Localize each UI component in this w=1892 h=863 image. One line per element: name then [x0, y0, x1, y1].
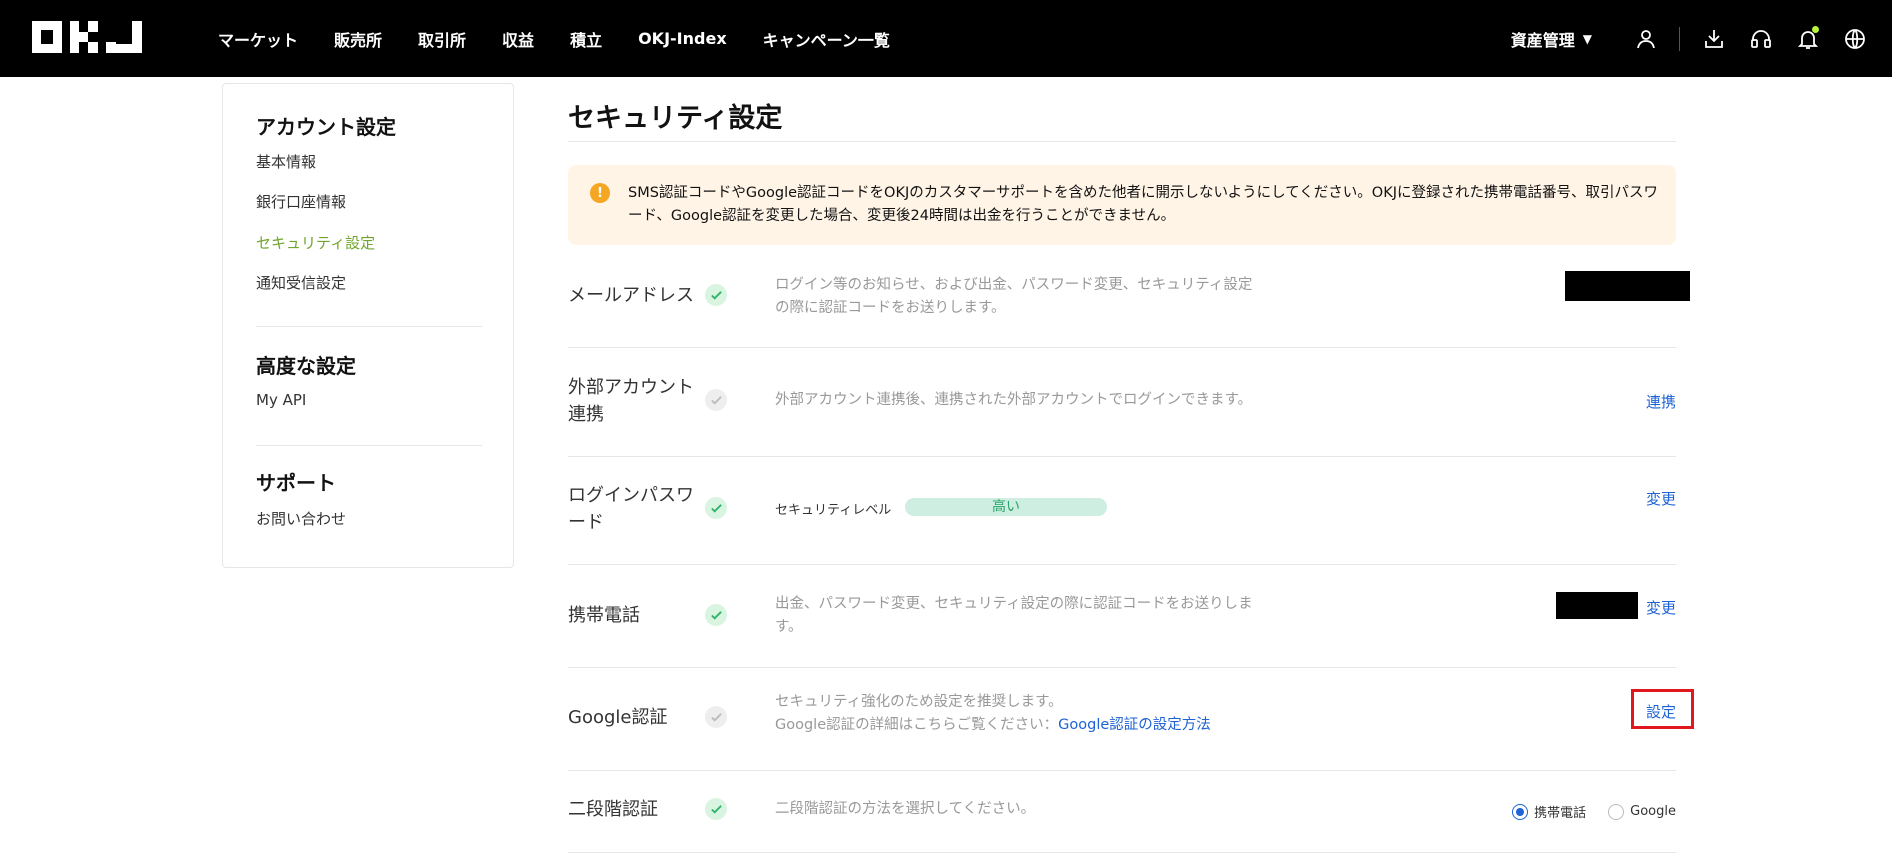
top-nav-bar: マーケット 販売所 取引所 収益 積立 OKJ-Index キャンペーン一覧 資…: [0, 0, 1892, 77]
row-label-email: メールアドレス: [568, 285, 694, 306]
row-divider: [568, 564, 1676, 565]
radio-google[interactable]: [1608, 803, 1625, 820]
row-label-phone: 携帯電話: [568, 605, 640, 626]
sidebar-item-security[interactable]: セキュリティ設定: [256, 232, 375, 253]
nav-okj-index[interactable]: OKJ-Index: [638, 29, 727, 48]
google-auth-desc-line1: セキュリティ強化のため設定を推奨します。: [775, 694, 1063, 710]
row-divider: [568, 456, 1676, 457]
google-auth-desc-prefix: Google認証の詳細はこちらご覧ください：: [775, 717, 1059, 733]
sidebar-item-notifications[interactable]: 通知受信設定: [256, 272, 346, 293]
check-icon: [705, 604, 727, 626]
sidebar-item-my-api[interactable]: My API: [256, 391, 306, 409]
warning-banner: ! SMS認証コードやGoogle認証コードをOKJのカスタマーサポートを含めた…: [568, 165, 1676, 245]
okj-logo[interactable]: [32, 21, 142, 53]
check-icon: [705, 389, 727, 411]
user-icon[interactable]: [1622, 15, 1669, 62]
asset-menu-label: 資産管理: [1510, 30, 1575, 50]
nav-exchange[interactable]: 取引所: [418, 27, 466, 51]
security-row-two-step: 二段階認証 二段階認証の方法を選択してください。 携帯電話 Google: [568, 792, 1676, 852]
sidebar-divider: [256, 326, 482, 327]
sidebar-section-advanced: 高度な設定 My API: [256, 350, 482, 409]
row-label-login-password: ログインパスワード: [568, 485, 694, 533]
sidebar-section-account: アカウント設定 基本情報 銀行口座情報 セキュリティ設定 通知受信設定: [256, 111, 482, 292]
security-level-bar: 高い: [905, 498, 1107, 516]
row-label-external-account: 外部アカウント連携: [568, 377, 694, 425]
bell-icon[interactable]: [1784, 15, 1831, 62]
row-desc-two-step: 二段階認証の方法を選択してください。: [775, 801, 1036, 817]
sidebar-title-account: アカウント設定: [256, 115, 396, 139]
security-row-external-account: 外部アカウント連携 外部アカウント連携後、連携された外部アカウントでログインでき…: [568, 372, 1676, 454]
check-icon: [705, 798, 727, 820]
google-auth-guide-link[interactable]: Google認証の設定方法: [1058, 717, 1211, 733]
check-icon: [705, 706, 727, 728]
nav-divider: [1679, 26, 1680, 51]
row-divider: [568, 852, 1676, 853]
row-label-two-step: 二段階認証: [568, 799, 658, 820]
radio-phone[interactable]: [1512, 803, 1529, 820]
security-row-google-auth: Google認証 セキュリティ強化のため設定を推奨します。 Google認証の詳…: [568, 692, 1676, 772]
row-divider: [568, 347, 1676, 348]
security-row-login-password: ログインパスワード セキュリティレベル 高い 変更: [568, 480, 1676, 565]
change-phone-button[interactable]: 変更: [1646, 597, 1676, 618]
check-icon: [705, 497, 727, 519]
security-row-phone: 携帯電話 出金、パスワード変更、セキュリティ設定の際に認証コードをお送りします。…: [568, 588, 1676, 668]
warning-text: SMS認証コードやGoogle認証コードをOKJのカスタマーサポートを含めた他者…: [628, 185, 1658, 224]
warning-icon: !: [590, 183, 610, 203]
nav-earn[interactable]: 収益: [502, 27, 534, 51]
nav-recurring[interactable]: 積立: [570, 27, 602, 51]
change-password-button[interactable]: 変更: [1646, 488, 1676, 509]
google-auth-desc-line2: Google認証の詳細はこちらご覧ください：Google認証の設定方法: [775, 714, 1375, 737]
title-divider: [568, 141, 1676, 142]
nav-right: 資産管理 ▼: [1511, 0, 1892, 77]
row-desc-email: ログイン等のお知らせ、および出金、パスワード変更、セキュリティ設定の際に認証コー…: [775, 277, 1253, 316]
row-desc-phone: 出金、パスワード変更、セキュリティ設定の際に認証コードをお送りします。: [775, 596, 1253, 635]
row-desc-external-account: 外部アカウント連携後、連携された外部アカウントでログインできます。: [775, 392, 1253, 408]
nav-market[interactable]: マーケット: [218, 27, 298, 51]
notification-dot: [1812, 26, 1819, 33]
row-divider: [568, 770, 1676, 771]
asset-menu[interactable]: 資産管理 ▼: [1511, 27, 1592, 51]
download-icon[interactable]: [1690, 15, 1737, 62]
sidebar-section-support: サポート お問い合わせ: [256, 467, 482, 528]
sidebar-item-bank-account[interactable]: 銀行口座情報: [256, 191, 346, 212]
sidebar-item-contact[interactable]: お問い合わせ: [256, 508, 346, 529]
row-label-google-auth: Google認証: [568, 707, 668, 728]
globe-icon[interactable]: [1831, 15, 1878, 62]
nav-campaigns[interactable]: キャンペーン一覧: [763, 27, 890, 51]
sidebar-title-advanced: 高度な設定: [256, 354, 356, 378]
sidebar-divider: [256, 445, 482, 446]
security-level-label: セキュリティレベル: [775, 503, 892, 518]
sidebar: アカウント設定 基本情報 銀行口座情報 セキュリティ設定 通知受信設定 高度な設…: [222, 83, 514, 568]
page-title: セキュリティ設定: [568, 103, 783, 134]
redacted-email-value: [1565, 271, 1690, 301]
highlight-box: [1631, 689, 1694, 729]
sidebar-item-basic-info[interactable]: 基本情報: [256, 151, 316, 172]
security-row-email: メールアドレス ログイン等のお知らせ、および出金、パスワード変更、セキュリティ設…: [568, 268, 1690, 348]
headset-icon[interactable]: [1737, 15, 1784, 62]
radio-phone-label[interactable]: 携帯電話: [1534, 802, 1586, 821]
check-icon: [705, 284, 727, 306]
link-account-button[interactable]: 連携: [1646, 391, 1676, 412]
caret-down-icon: ▼: [1582, 31, 1592, 46]
row-desc-google-auth: セキュリティ強化のため設定を推奨します。 Google認証の詳細はこちらご覧くだ…: [775, 691, 1375, 737]
two-step-method-radio-group: 携帯電話 Google: [1512, 802, 1676, 821]
redacted-phone-value: [1556, 592, 1638, 619]
main-nav: マーケット 販売所 取引所 収益 積立 OKJ-Index キャンペーン一覧: [218, 0, 926, 77]
radio-google-label[interactable]: Google: [1630, 804, 1676, 819]
nav-broker[interactable]: 販売所: [334, 27, 382, 51]
row-divider: [568, 667, 1676, 668]
sidebar-title-support: サポート: [256, 471, 336, 495]
